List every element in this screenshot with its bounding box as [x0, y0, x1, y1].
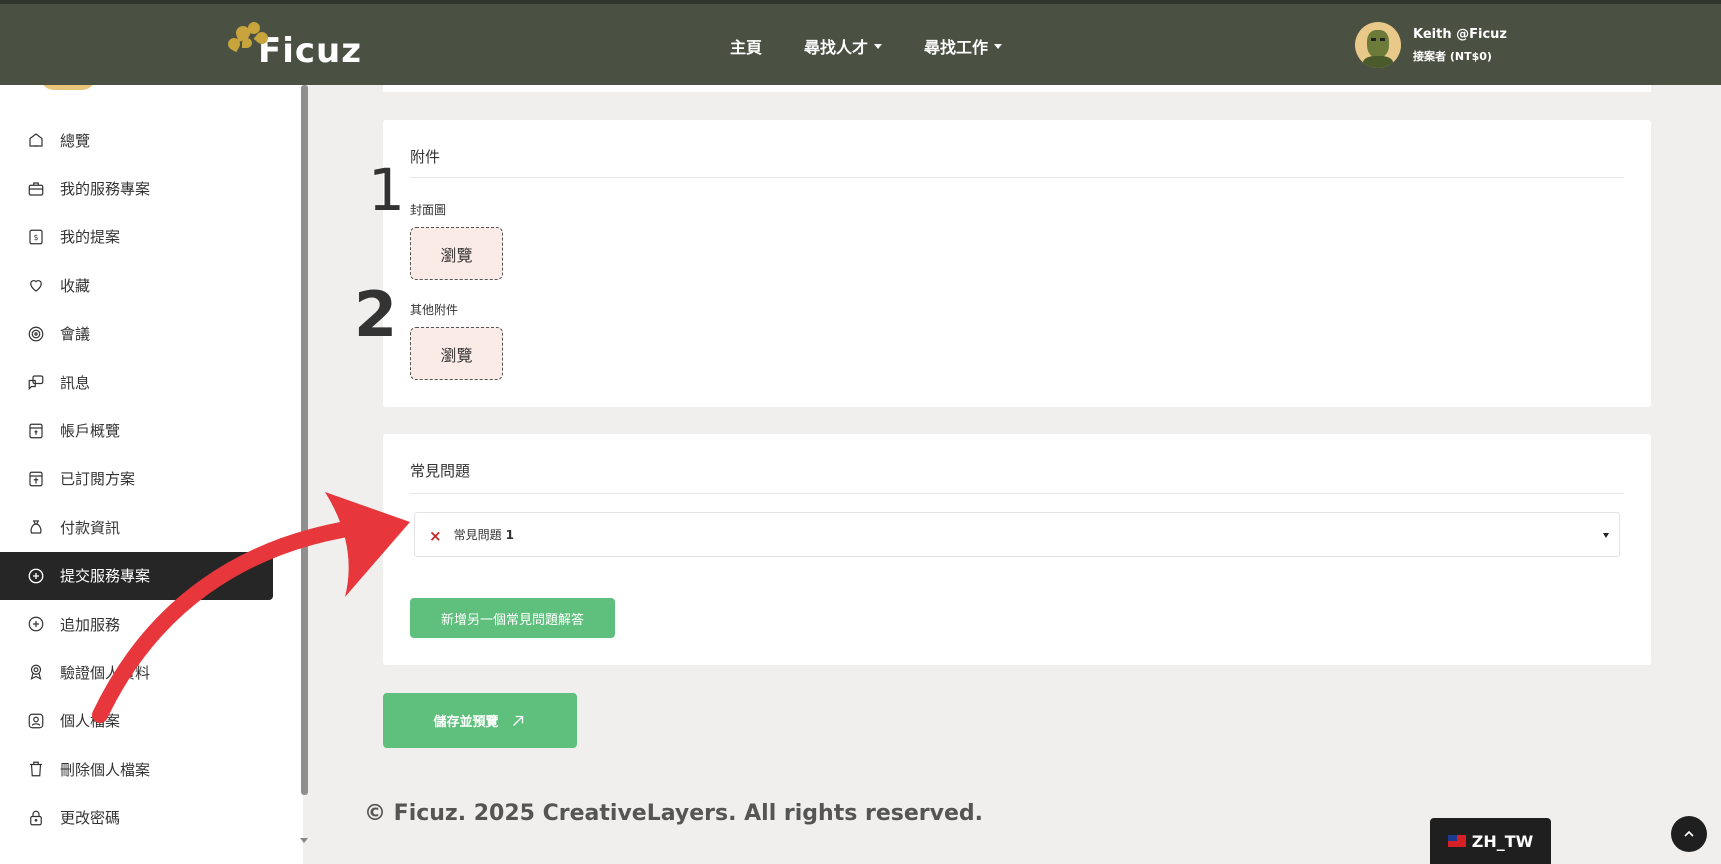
sidebar-item-add-service[interactable]: 追加服務 [0, 600, 273, 648]
sidebar-item-label: 更改密碼 [60, 809, 121, 828]
sidebar-item-subscriptions[interactable]: 已訂閱方案 [0, 455, 273, 503]
scroll-down-arrow-icon[interactable] [300, 838, 308, 843]
faq-divider [410, 493, 1624, 494]
ficuz-logo[interactable]: Ficuz [225, 21, 363, 71]
sidebar-scrollbar[interactable] [301, 85, 308, 795]
faq-item-1[interactable]: × 常見問題 1 [414, 512, 1620, 557]
sidebar-item-label: 提交服務專案 [60, 567, 151, 586]
sidebar-item-verify-profile[interactable]: 驗證個人資料 [0, 648, 273, 696]
sidebar-item-messages[interactable]: 訊息 [0, 358, 273, 406]
sidebar-item-label: 付款資訊 [60, 518, 121, 537]
chat-icon [26, 372, 46, 392]
footer-copyright: © Ficuz. 2025 CreativeLayers. All rights… [364, 801, 983, 826]
annotation-number-one: 1 [368, 156, 405, 224]
target-icon [26, 324, 46, 344]
chevron-down-icon [994, 43, 1003, 49]
language-label: ZH_TW [1471, 831, 1534, 851]
plus-circle-icon [26, 614, 46, 634]
sidebar-item-label: 我的提案 [60, 228, 121, 247]
trash-icon [26, 759, 46, 779]
arrow-up-right-icon [512, 715, 523, 726]
user-name: Keith @Ficuz [1413, 26, 1507, 42]
top-header: Ficuz 主頁 尋找人才 尋找工作 Keith @Ficuz 接案者 (NT$… [0, 0, 1721, 85]
leaf-logo-icon [225, 21, 272, 68]
sidebar-item-change-password[interactable]: 更改密碼 [0, 793, 273, 841]
subscription-icon [26, 469, 46, 489]
save-preview-button[interactable]: 儲存並預覽 [383, 693, 577, 748]
previous-card-bottom [383, 85, 1651, 92]
attachments-divider [410, 177, 1624, 178]
lock-icon [26, 808, 46, 828]
add-faq-button[interactable]: 新增另一個常見問題解答 [410, 598, 615, 638]
logo-text: Ficuz [258, 31, 363, 71]
faq-title: 常見問題 [410, 462, 471, 480]
sidebar-item-label: 會議 [60, 325, 91, 344]
dollar-file-icon: $ [26, 227, 46, 247]
annotation-number-two: 2 [354, 278, 398, 351]
sidebar-item-label: 刪除個人檔案 [60, 760, 151, 779]
other-attachments-label: 其他附件 [410, 303, 459, 317]
money-bag-icon [26, 517, 46, 537]
sidebar-menu: 總覽 我的服務專案 $ 我的提案 收藏 會議 訊息 帳戶概覽 已訂閱方案 付款資… [0, 116, 273, 842]
sidebar-item-profile[interactable]: 個人檔案 [0, 697, 273, 745]
nav-find-talent-label: 尋找人才 [804, 38, 869, 57]
cover-image-label: 封面圖 [410, 203, 447, 217]
remove-x-icon[interactable]: × [429, 527, 442, 545]
sidebar-item-my-proposals[interactable]: $ 我的提案 [0, 213, 273, 261]
sidebar-item-label: 收藏 [60, 276, 91, 295]
user-role: 接案者 (NT$0) [1413, 49, 1492, 63]
chevron-down-icon [874, 43, 883, 49]
plus-circle-icon [26, 566, 46, 586]
badge-icon [26, 662, 46, 682]
main-nav: 主頁 尋找人才 尋找工作 [730, 34, 1003, 58]
nav-find-jobs-label: 尋找工作 [924, 38, 989, 57]
other-browse-button[interactable]: 瀏覽 [410, 327, 503, 380]
home-icon [26, 130, 46, 150]
sidebar-item-label: 個人檔案 [60, 712, 121, 731]
account-icon [26, 421, 46, 441]
profile-icon [26, 711, 46, 731]
sidebar-item-label: 已訂閱方案 [60, 470, 136, 489]
sidebar-item-label: 我的服務專案 [60, 180, 151, 199]
sidebar-item-label: 帳戶概覽 [60, 422, 121, 441]
nav-find-jobs[interactable]: 尋找工作 [924, 34, 1003, 58]
sidebar-item-favorites[interactable]: 收藏 [0, 261, 273, 309]
sidebar-item-submit-service[interactable]: 提交服務專案 [0, 551, 273, 600]
back-to-top-button[interactable] [1671, 816, 1707, 852]
attachments-card [383, 120, 1651, 407]
sidebar-item-label: 追加服務 [60, 615, 121, 634]
chevron-down-icon [1603, 533, 1609, 538]
taiwan-flag-icon [1447, 835, 1466, 847]
sidebar-item-label: 總覽 [60, 131, 91, 150]
language-switcher[interactable]: ZH_TW [1430, 818, 1551, 864]
nav-find-talent[interactable]: 尋找人才 [804, 34, 883, 58]
heart-icon [26, 275, 46, 295]
sidebar-item-overview[interactable]: 總覽 [0, 116, 273, 164]
faq-item-label: 常見問題 [453, 528, 502, 542]
attachments-title: 附件 [410, 148, 441, 166]
sidebar-item-delete-profile[interactable]: 刪除個人檔案 [0, 745, 273, 793]
briefcase-icon [26, 179, 46, 199]
save-preview-label: 儲存並預覽 [433, 715, 499, 730]
nav-home[interactable]: 主頁 [730, 34, 762, 58]
user-menu[interactable]: Keith @Ficuz 接案者 (NT$0) [1355, 22, 1507, 68]
sidebar-item-payment-info[interactable]: 付款資訊 [0, 503, 273, 551]
cover-browse-button[interactable]: 瀏覽 [410, 227, 503, 280]
chevron-up-icon [1684, 830, 1694, 837]
sidebar-item-my-services[interactable]: 我的服務專案 [0, 164, 273, 212]
sidebar-item-label: 驗證個人資料 [60, 663, 151, 682]
faq-item-number: 1 [505, 527, 514, 542]
sidebar-item-meetings[interactable]: 會議 [0, 310, 273, 358]
sidebar-item-label: 訊息 [60, 373, 91, 392]
nav-home-label: 主頁 [730, 38, 763, 57]
svg-text:$: $ [34, 233, 39, 242]
sidebar-item-account-overview[interactable]: 帳戶概覽 [0, 406, 273, 454]
avatar[interactable] [1355, 22, 1401, 68]
